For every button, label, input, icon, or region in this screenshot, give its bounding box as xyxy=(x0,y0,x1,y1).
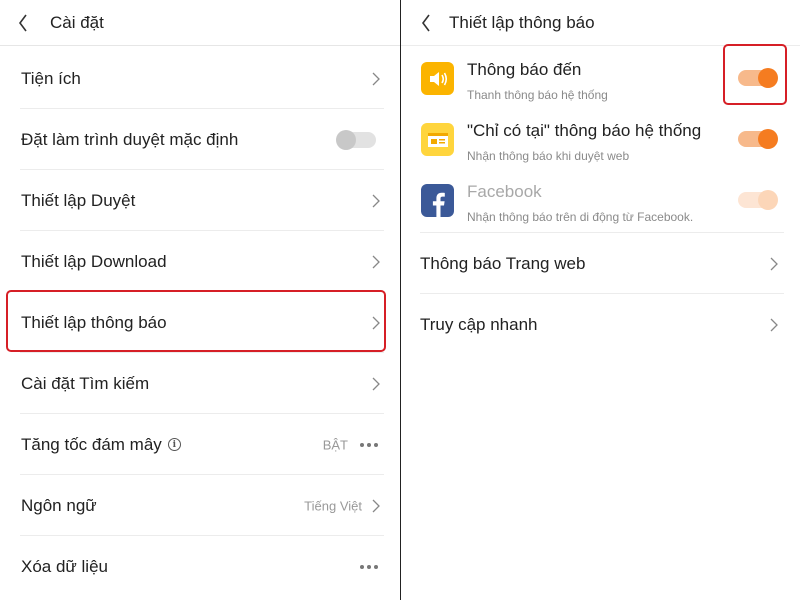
settings-item-utilities[interactable]: Tiện ích xyxy=(0,48,400,109)
chevron-right-icon xyxy=(372,499,380,512)
notification-item-facebook: Facebook Nhận thông báo trên di động từ … xyxy=(401,172,800,233)
chevron-right-icon xyxy=(372,194,380,207)
notification-subtitle: Nhận thông báo khi duyệt web xyxy=(467,149,630,163)
settings-item-search[interactable]: Cài đặt Tìm kiếm xyxy=(0,353,400,414)
notification-settings-panel: Thiết lập thông báo Thông báo đến Thanh … xyxy=(401,0,800,600)
settings-item-language[interactable]: Ngôn ngữ Tiếng Việt xyxy=(0,475,400,536)
facebook-icon xyxy=(421,184,454,217)
default-browser-toggle[interactable] xyxy=(336,129,376,150)
notification-header: Thiết lập thông báo xyxy=(401,0,800,46)
chevron-right-icon xyxy=(372,377,380,390)
notification-subtitle: Thanh thông báo hệ thống xyxy=(467,88,608,102)
settings-item-web-notifications[interactable]: Thông báo Trang web xyxy=(401,233,800,294)
settings-item-browse[interactable]: Thiết lập Duyệt xyxy=(0,170,400,231)
item-label: Xóa dữ liệu xyxy=(21,556,108,576)
back-arrow-icon[interactable] xyxy=(421,13,441,33)
item-label: Thông báo Trang web xyxy=(420,253,586,273)
more-options-icon[interactable] xyxy=(360,564,378,569)
exclusive-notification-toggle[interactable] xyxy=(738,129,778,149)
more-options-icon[interactable] xyxy=(360,442,378,447)
notification-subtitle: Nhận thông báo trên di động từ Facebook. xyxy=(467,210,694,224)
item-label: Tiện ích xyxy=(21,68,81,88)
settings-item-cloud-boost[interactable]: Tăng tốc đám mây i BẬT xyxy=(0,414,400,475)
settings-item-clear-data[interactable]: Xóa dữ liệu xyxy=(0,536,400,597)
chevron-right-icon xyxy=(770,318,778,331)
item-label: Truy cập nhanh xyxy=(420,314,538,334)
chevron-right-icon xyxy=(372,255,380,268)
highlight-box-toggle xyxy=(723,44,787,105)
cloud-boost-status: BẬT xyxy=(322,437,348,452)
settings-item-default-browser[interactable]: Đặt làm trình duyệt mặc định xyxy=(0,109,400,170)
chevron-right-icon xyxy=(770,257,778,270)
highlight-box-notifications xyxy=(6,290,386,352)
page-title: Thiết lập thông báo xyxy=(449,12,595,32)
item-label: Ngôn ngữ xyxy=(21,495,97,515)
language-value: Tiếng Việt xyxy=(304,498,362,513)
settings-panel: Cài đặt Tiện ích Đặt làm trình duyệt mặc… xyxy=(0,0,400,600)
settings-header: Cài đặt xyxy=(0,0,400,46)
item-label: Thiết lập Download xyxy=(21,251,167,271)
news-card-icon xyxy=(421,123,454,156)
info-icon[interactable]: i xyxy=(167,438,181,451)
notification-title: Facebook xyxy=(467,182,542,201)
item-label: Thiết lập Duyệt xyxy=(21,190,136,210)
page-title: Cài đặt xyxy=(50,12,104,32)
facebook-notification-toggle[interactable] xyxy=(738,190,778,210)
notification-title: "Chỉ có tại" thông báo hệ thống xyxy=(467,121,702,140)
chevron-right-icon xyxy=(372,72,380,85)
notification-item-exclusive: "Chỉ có tại" thông báo hệ thống Nhận thô… xyxy=(401,111,800,172)
settings-item-download[interactable]: Thiết lập Download xyxy=(0,231,400,292)
item-label-wrap: Tăng tốc đám mây i xyxy=(21,435,181,455)
speaker-icon xyxy=(421,62,454,95)
item-label: Tăng tốc đám mây xyxy=(21,434,162,454)
settings-item-quick-access[interactable]: Truy cập nhanh xyxy=(401,294,800,355)
back-arrow-icon[interactable] xyxy=(18,13,38,33)
item-label: Cài đặt Tìm kiếm xyxy=(21,373,150,393)
item-label: Đặt làm trình duyệt mặc định xyxy=(21,129,239,149)
notification-title: Thông báo đến xyxy=(467,60,582,79)
